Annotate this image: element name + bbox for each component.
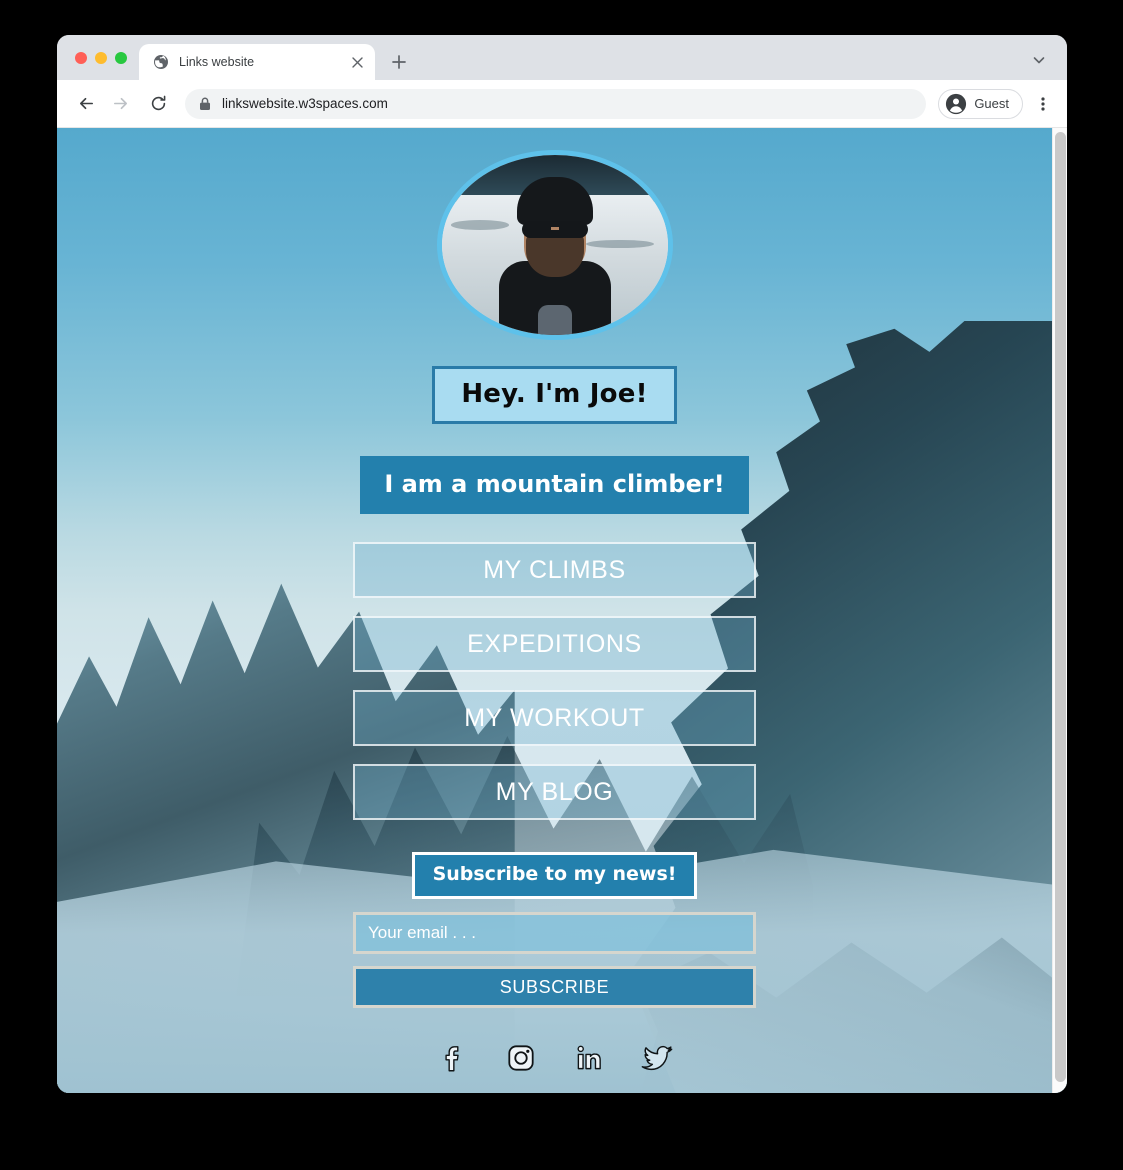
social-links: [433, 1038, 677, 1078]
chevron-down-icon[interactable]: [1025, 46, 1053, 74]
three-dot-menu-icon[interactable]: [1029, 90, 1057, 118]
name-badge: Hey. I'm Joe!: [432, 366, 677, 424]
account-circle-icon: [945, 93, 967, 115]
profile-chip[interactable]: Guest: [938, 88, 1023, 119]
avatar-photo-sunglasses: [521, 221, 588, 238]
reload-icon[interactable]: [143, 89, 173, 119]
avatar: [436, 150, 673, 340]
browser-toolbar: linkswebsite.w3spaces.com Guest: [57, 80, 1067, 128]
minimize-window-button[interactable]: [95, 51, 107, 64]
tab-strip: Links website: [57, 35, 1067, 80]
maximize-window-button[interactable]: [115, 51, 127, 64]
browser-tab[interactable]: Links website: [139, 44, 375, 80]
avatar-photo-beard: [525, 233, 584, 277]
link-button-my-workout[interactable]: MY WORKOUT: [353, 690, 756, 746]
instagram-icon[interactable]: [501, 1038, 541, 1078]
new-tab-button[interactable]: [385, 48, 413, 76]
back-arrow-icon[interactable]: [71, 89, 101, 119]
page-content-area: Hey. I'm Joe! I am a mountain climber! M…: [57, 128, 1052, 1093]
address-bar[interactable]: linkswebsite.w3spaces.com: [185, 88, 927, 119]
close-tab-button[interactable]: [349, 54, 365, 70]
close-window-button[interactable]: [75, 51, 87, 64]
browser-window: Links website linkswebsite.w3spaces.com …: [57, 35, 1067, 1093]
email-input[interactable]: [353, 912, 756, 954]
newsletter-heading: Subscribe to my news!: [411, 852, 698, 899]
link-button-group: MY CLIMBS EXPEDITIONS MY WORKOUT MY BLOG: [353, 542, 756, 820]
page-scrollbar[interactable]: [1052, 128, 1067, 1093]
facebook-icon[interactable]: [433, 1038, 473, 1078]
window-traffic-lights: [69, 35, 139, 80]
link-button-my-blog[interactable]: MY BLOG: [353, 764, 756, 820]
linkedin-icon[interactable]: [569, 1038, 609, 1078]
link-button-expeditions[interactable]: EXPEDITIONS: [353, 616, 756, 672]
tab-title: Links website: [179, 55, 255, 69]
avatar-photo: [441, 155, 668, 335]
forward-arrow-icon[interactable]: [105, 89, 135, 119]
tagline-banner: I am a mountain climber!: [360, 456, 749, 514]
scrollbar-thumb[interactable]: [1055, 132, 1066, 1082]
lock-icon: [199, 97, 211, 111]
globe-icon: [153, 54, 169, 70]
link-button-my-climbs[interactable]: MY CLIMBS: [353, 542, 756, 598]
address-bar-url: linkswebsite.w3spaces.com: [222, 96, 388, 111]
twitter-icon[interactable]: [637, 1038, 677, 1078]
avatar-photo-shirt: [537, 305, 572, 335]
subscribe-button[interactable]: SUBSCRIBE: [353, 966, 756, 1008]
profile-label: Guest: [974, 96, 1009, 111]
profile-content: Hey. I'm Joe! I am a mountain climber! M…: [57, 128, 1052, 1093]
page-viewport: Hey. I'm Joe! I am a mountain climber! M…: [57, 128, 1067, 1093]
